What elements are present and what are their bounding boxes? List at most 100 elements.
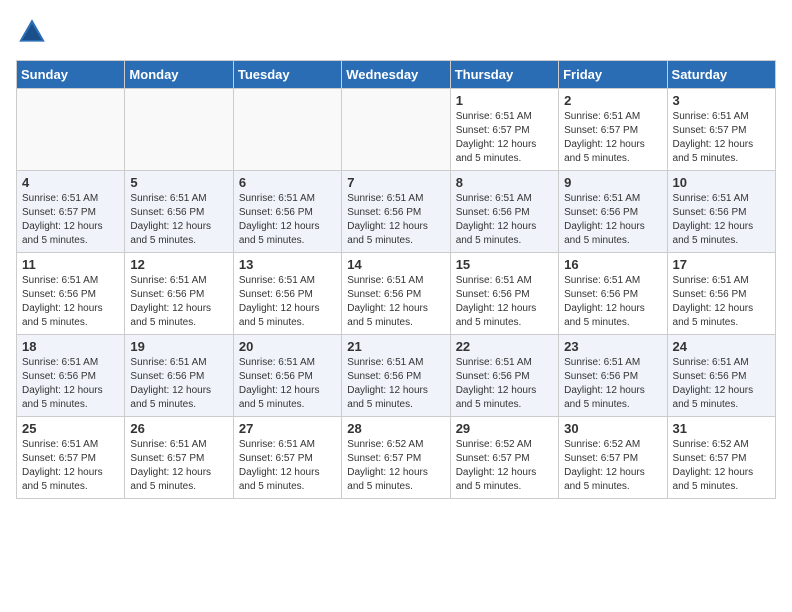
logo (16, 16, 52, 48)
calendar-day-cell: 6 Sunrise: 6:51 AM Sunset: 6:56 PM Daylig… (233, 171, 341, 253)
calendar-day-cell: 11 Sunrise: 6:51 AM Sunset: 6:56 PM Dayli… (17, 253, 125, 335)
calendar-day-cell: 19 Sunrise: 6:51 AM Sunset: 6:56 PM Dayli… (125, 335, 233, 417)
calendar-day-cell: 31 Sunrise: 6:52 AM Sunset: 6:57 PM Dayli… (667, 417, 775, 499)
day-number: 15 (456, 257, 553, 272)
day-info: Sunrise: 6:51 AM Sunset: 6:57 PM Dayligh… (456, 110, 553, 166)
calendar-day-cell: 13Sunrise: 6:51 AM Sunset: 6:56 PM Dayli… (233, 253, 341, 335)
calendar-day-cell: 30 Sunrise: 6:52 AM Sunset: 6:57 PM Dayli… (559, 417, 667, 499)
calendar-day-cell: 22Sunrise: 6:51 AM Sunset: 6:56 PM Dayli… (450, 335, 558, 417)
day-info: Sunrise: 6:51 AM Sunset: 6:56 PM Dayligh… (130, 192, 227, 248)
day-number: 11 (22, 257, 119, 272)
day-info: Sunrise: 6:52 AM Sunset: 6:57 PM Dayligh… (564, 438, 661, 494)
day-number: 4 (22, 175, 119, 190)
day-info: Sunrise: 6:51 AM Sunset: 6:56 PM Dayligh… (347, 192, 444, 248)
calendar-day-cell: 4 Sunrise: 6:51 AM Sunset: 6:57 PM Daylig… (17, 171, 125, 253)
day-info: Sunrise: 6:51 AM Sunset: 6:56 PM Dayligh… (130, 356, 227, 412)
calendar-day-cell: 8Sunrise: 6:51 AM Sunset: 6:56 PM Daylig… (450, 171, 558, 253)
day-info: Sunrise: 6:52 AM Sunset: 6:57 PM Dayligh… (456, 438, 553, 494)
calendar-week-row: 4 Sunrise: 6:51 AM Sunset: 6:57 PM Daylig… (17, 171, 776, 253)
calendar-header-row: SundayMondayTuesdayWednesdayThursdayFrid… (17, 61, 776, 89)
day-number: 9 (564, 175, 661, 190)
day-info: Sunrise: 6:51 AM Sunset: 6:56 PM Dayligh… (239, 192, 336, 248)
calendar-day-cell: 27 Sunrise: 6:51 AM Sunset: 6:57 PM Dayli… (233, 417, 341, 499)
calendar-day-cell: 20 Sunrise: 6:51 AM Sunset: 6:56 PM Dayli… (233, 335, 341, 417)
calendar-day-cell: 15 Sunrise: 6:51 AM Sunset: 6:56 PM Dayli… (450, 253, 558, 335)
day-info: Sunrise: 6:52 AM Sunset: 6:57 PM Dayligh… (673, 438, 770, 494)
day-info: Sunrise: 6:51 AM Sunset: 6:56 PM Dayligh… (22, 274, 119, 330)
day-info: Sunrise: 6:51 AM Sunset: 6:56 PM Dayligh… (130, 274, 227, 330)
day-info: Sunrise: 6:51 AM Sunset: 6:56 PM Dayligh… (673, 356, 770, 412)
calendar-week-row: 25 Sunrise: 6:51 AM Sunset: 6:57 PM Dayli… (17, 417, 776, 499)
day-number: 20 (239, 339, 336, 354)
calendar-day-cell: 2 Sunrise: 6:51 AM Sunset: 6:57 PM Daylig… (559, 89, 667, 171)
calendar-week-row: 1 Sunrise: 6:51 AM Sunset: 6:57 PM Daylig… (17, 89, 776, 171)
day-info: Sunrise: 6:51 AM Sunset: 6:56 PM Dayligh… (22, 356, 119, 412)
calendar-day-cell (125, 89, 233, 171)
day-info: Sunrise: 6:51 AM Sunset: 6:56 PM Dayligh… (456, 274, 553, 330)
calendar-day-cell: 29Sunrise: 6:52 AM Sunset: 6:57 PM Dayli… (450, 417, 558, 499)
day-number: 31 (673, 421, 770, 436)
day-info: Sunrise: 6:51 AM Sunset: 6:56 PM Dayligh… (564, 274, 661, 330)
calendar-day-cell: 1 Sunrise: 6:51 AM Sunset: 6:57 PM Daylig… (450, 89, 558, 171)
day-info: Sunrise: 6:51 AM Sunset: 6:56 PM Dayligh… (673, 274, 770, 330)
weekday-header: Tuesday (233, 61, 341, 89)
weekday-header: Saturday (667, 61, 775, 89)
day-number: 7 (347, 175, 444, 190)
calendar-day-cell: 17 Sunrise: 6:51 AM Sunset: 6:56 PM Dayli… (667, 253, 775, 335)
calendar-day-cell: 7 Sunrise: 6:51 AM Sunset: 6:56 PM Daylig… (342, 171, 450, 253)
weekday-header: Friday (559, 61, 667, 89)
calendar-day-cell: 16 Sunrise: 6:51 AM Sunset: 6:56 PM Dayli… (559, 253, 667, 335)
calendar-table: SundayMondayTuesdayWednesdayThursdayFrid… (16, 60, 776, 499)
weekday-header: Thursday (450, 61, 558, 89)
calendar-day-cell (233, 89, 341, 171)
page-header (16, 16, 776, 48)
day-info: Sunrise: 6:51 AM Sunset: 6:57 PM Dayligh… (22, 438, 119, 494)
day-info: Sunrise: 6:51 AM Sunset: 6:56 PM Dayligh… (564, 356, 661, 412)
day-info: Sunrise: 6:51 AM Sunset: 6:57 PM Dayligh… (673, 110, 770, 166)
day-number: 28 (347, 421, 444, 436)
calendar-day-cell: 24 Sunrise: 6:51 AM Sunset: 6:56 PM Dayli… (667, 335, 775, 417)
calendar-day-cell: 21Sunrise: 6:51 AM Sunset: 6:56 PM Dayli… (342, 335, 450, 417)
weekday-header: Sunday (17, 61, 125, 89)
day-info: Sunrise: 6:51 AM Sunset: 6:56 PM Dayligh… (239, 274, 336, 330)
weekday-header: Monday (125, 61, 233, 89)
day-number: 25 (22, 421, 119, 436)
day-number: 5 (130, 175, 227, 190)
day-number: 6 (239, 175, 336, 190)
calendar-day-cell: 14Sunrise: 6:51 AM Sunset: 6:56 PM Dayli… (342, 253, 450, 335)
day-number: 16 (564, 257, 661, 272)
day-number: 26 (130, 421, 227, 436)
day-number: 2 (564, 93, 661, 108)
day-info: Sunrise: 6:51 AM Sunset: 6:57 PM Dayligh… (22, 192, 119, 248)
calendar-day-cell: 28Sunrise: 6:52 AM Sunset: 6:57 PM Dayli… (342, 417, 450, 499)
day-number: 10 (673, 175, 770, 190)
day-number: 23 (564, 339, 661, 354)
day-number: 27 (239, 421, 336, 436)
day-info: Sunrise: 6:51 AM Sunset: 6:56 PM Dayligh… (239, 356, 336, 412)
day-info: Sunrise: 6:51 AM Sunset: 6:57 PM Dayligh… (564, 110, 661, 166)
calendar-day-cell: 5 Sunrise: 6:51 AM Sunset: 6:56 PM Daylig… (125, 171, 233, 253)
calendar-week-row: 11 Sunrise: 6:51 AM Sunset: 6:56 PM Dayli… (17, 253, 776, 335)
day-number: 19 (130, 339, 227, 354)
calendar-week-row: 18 Sunrise: 6:51 AM Sunset: 6:56 PM Dayli… (17, 335, 776, 417)
day-number: 17 (673, 257, 770, 272)
calendar-day-cell: 9Sunrise: 6:51 AM Sunset: 6:56 PM Daylig… (559, 171, 667, 253)
day-number: 24 (673, 339, 770, 354)
logo-icon (16, 16, 48, 48)
day-number: 3 (673, 93, 770, 108)
calendar-day-cell: 10Sunrise: 6:51 AM Sunset: 6:56 PM Dayli… (667, 171, 775, 253)
day-info: Sunrise: 6:51 AM Sunset: 6:57 PM Dayligh… (239, 438, 336, 494)
day-number: 30 (564, 421, 661, 436)
calendar-day-cell: 23 Sunrise: 6:51 AM Sunset: 6:56 PM Dayli… (559, 335, 667, 417)
calendar-day-cell: 26 Sunrise: 6:51 AM Sunset: 6:57 PM Dayli… (125, 417, 233, 499)
calendar-day-cell: 25 Sunrise: 6:51 AM Sunset: 6:57 PM Dayli… (17, 417, 125, 499)
day-info: Sunrise: 6:51 AM Sunset: 6:57 PM Dayligh… (130, 438, 227, 494)
calendar-day-cell (17, 89, 125, 171)
weekday-header: Wednesday (342, 61, 450, 89)
calendar-day-cell: 18 Sunrise: 6:51 AM Sunset: 6:56 PM Dayli… (17, 335, 125, 417)
day-info: Sunrise: 6:51 AM Sunset: 6:56 PM Dayligh… (347, 274, 444, 330)
day-number: 18 (22, 339, 119, 354)
day-number: 21 (347, 339, 444, 354)
day-number: 12 (130, 257, 227, 272)
day-number: 1 (456, 93, 553, 108)
